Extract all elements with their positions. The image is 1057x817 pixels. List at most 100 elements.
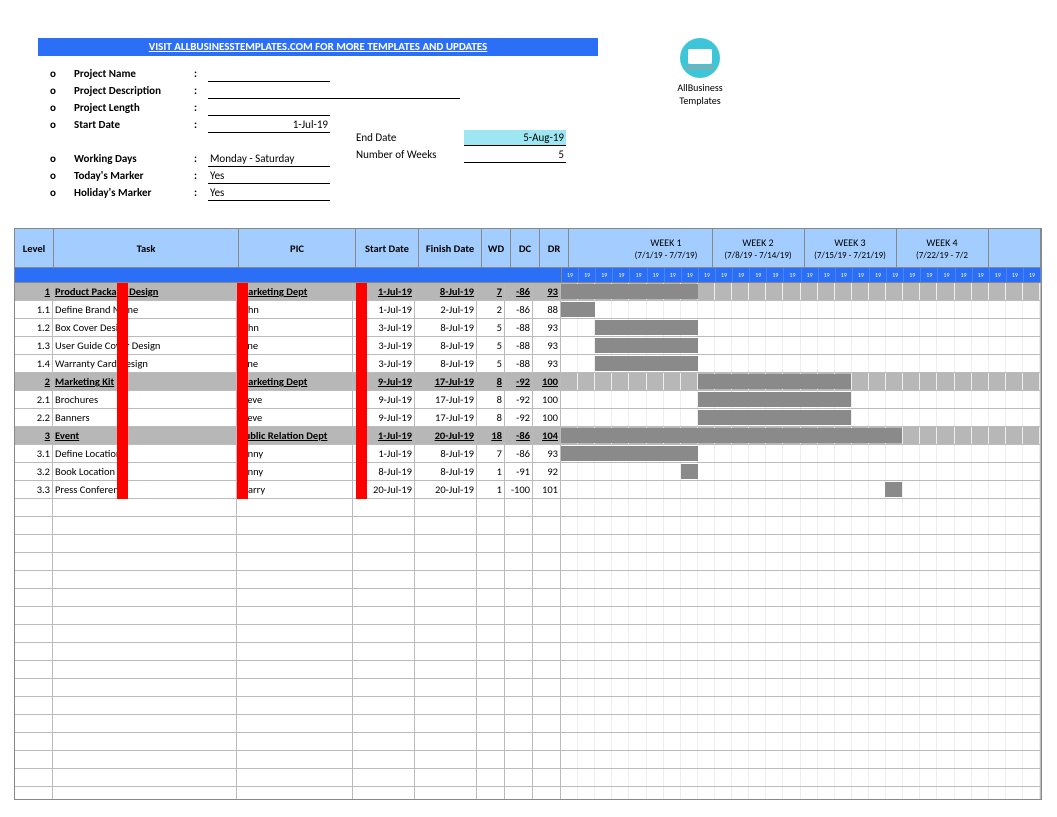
cell-pic: John: [237, 319, 353, 336]
task-row[interactable]: 1.4Warranty Card DesignJane3-Jul-198-Jul…: [15, 355, 1041, 373]
cell-level: 2: [15, 373, 53, 390]
bullet-icon: o: [50, 186, 74, 199]
day-header-cell: 19: [682, 268, 699, 282]
input-project-description[interactable]: [208, 83, 460, 99]
gantt-grid[interactable]: Level Task PIC Start Date Finish Date WD…: [14, 228, 1042, 800]
cell-sd: [353, 517, 415, 534]
timeline-cell: [561, 409, 1041, 426]
task-row[interactable]: 3.1Define LocationJenny1-Jul-198-Jul-197…: [15, 445, 1041, 463]
empty-row: [15, 715, 1041, 733]
cell-task: Marketing Kit: [53, 373, 237, 390]
cell-wd: [477, 499, 505, 516]
cell-task: User Guide Cover Design: [53, 337, 237, 354]
cell-sd: [353, 697, 415, 714]
task-row[interactable]: 3.2Book LocationJenny8-Jul-198-Jul-191-9…: [15, 463, 1041, 481]
task-row[interactable]: 1Product Package DesignMarketing Dept1-J…: [15, 283, 1041, 301]
day-header-cell: 19: [784, 268, 801, 282]
timeline-cell: [561, 625, 1041, 642]
cell-dr: [533, 733, 561, 750]
cell-wd: 8: [477, 373, 505, 390]
value-num-weeks: 5: [464, 147, 566, 163]
input-start-date[interactable]: 1-Jul-19: [208, 117, 330, 133]
empty-row: [15, 787, 1041, 800]
cell-task: [53, 643, 237, 660]
task-row[interactable]: 3.3Press ConferenceMarry20-Jul-1920-Jul-…: [15, 481, 1041, 499]
empty-row: [15, 535, 1041, 553]
cell-pic: [237, 589, 353, 606]
cell-wd: [477, 571, 505, 588]
empty-row: [15, 517, 1041, 535]
empty-row: [15, 571, 1041, 589]
input-todays-marker[interactable]: Yes: [208, 168, 330, 184]
cell-task: Brochures: [53, 391, 237, 408]
day-header: 1919191919191919191919191919191919191919…: [15, 268, 1041, 283]
cell-pic: [237, 661, 353, 678]
banner-link[interactable]: VISIT ALLBUSINESSTEMPLATES.COM FOR MORE …: [38, 38, 598, 56]
cell-sd: [353, 751, 415, 768]
gantt-header: Level Task PIC Start Date Finish Date WD…: [15, 229, 1041, 268]
cell-fd: 8-Jul-19: [415, 283, 477, 300]
cell-pic: Jenny: [237, 445, 353, 462]
empty-row: [15, 553, 1041, 571]
input-project-name[interactable]: [208, 66, 330, 82]
cell-level: [15, 661, 53, 678]
gantt-bar: [561, 284, 698, 299]
label-project-description: Project Description: [74, 84, 194, 97]
cell-dc: [505, 589, 533, 606]
day-header-cell: 19: [836, 268, 853, 282]
task-row[interactable]: 2.1BrochuresSteve9-Jul-1917-Jul-198-9210…: [15, 391, 1041, 409]
cell-level: [15, 697, 53, 714]
label-project-name: Project Name: [74, 67, 194, 80]
gantt-bar: [561, 428, 902, 443]
cell-fd: 8-Jul-19: [415, 319, 477, 336]
day-header-cell: 19: [990, 268, 1007, 282]
label-start-date: Start Date: [74, 118, 194, 131]
cell-dc: -86: [505, 445, 533, 462]
timeline-cell: [561, 589, 1041, 606]
cell-dr: [533, 517, 561, 534]
cell-level: [15, 769, 53, 786]
input-working-days[interactable]: Monday - Saturday: [208, 151, 330, 167]
hdr-finish-date: Finish Date: [419, 229, 482, 267]
cell-task: Define Location: [53, 445, 237, 462]
cell-dr: 104: [533, 427, 561, 444]
label-working-days: Working Days: [74, 152, 194, 165]
cell-dc: -92: [505, 409, 533, 426]
task-row[interactable]: 1.2Box Cover DesignJohn3-Jul-198-Jul-195…: [15, 319, 1041, 337]
cell-dr: 100: [533, 391, 561, 408]
cell-task: [53, 589, 237, 606]
task-row[interactable]: 1.1Define Brand NameJohn1-Jul-192-Jul-19…: [15, 301, 1041, 319]
task-row[interactable]: 3EventPublic Relation Dept1-Jul-1920-Jul…: [15, 427, 1041, 445]
cell-fd: 2-Jul-19: [415, 301, 477, 318]
cell-fd: [415, 499, 477, 516]
cell-wd: [477, 751, 505, 768]
cell-level: 1: [15, 283, 53, 300]
cell-pic: [237, 499, 353, 516]
cell-level: [15, 589, 53, 606]
empty-row: [15, 679, 1041, 697]
cell-fd: 17-Jul-19: [415, 391, 477, 408]
input-holidays-marker[interactable]: Yes: [208, 185, 330, 201]
cell-fd: [415, 679, 477, 696]
task-row[interactable]: 1.3User Guide Cover DesignJane3-Jul-198-…: [15, 337, 1041, 355]
cell-dr: 100: [533, 373, 561, 390]
cell-fd: [415, 715, 477, 732]
input-project-length[interactable]: [208, 100, 330, 116]
cell-sd: [353, 643, 415, 660]
empty-row: [15, 733, 1041, 751]
day-header-cell: 19: [973, 268, 990, 282]
task-row[interactable]: 2Marketing KitMarketing Dept9-Jul-1917-J…: [15, 373, 1041, 391]
cell-dc: [505, 697, 533, 714]
cell-fd: [415, 769, 477, 786]
cell-pic: Marketing Dept: [237, 373, 353, 390]
cell-task: [53, 769, 237, 786]
task-row[interactable]: 2.2BannersSteve9-Jul-1917-Jul-198-92100: [15, 409, 1041, 427]
cell-task: [53, 715, 237, 732]
cell-fd: 17-Jul-19: [415, 409, 477, 426]
cell-task: [53, 607, 237, 624]
cell-dr: 100: [533, 409, 561, 426]
cell-level: 1.4: [15, 355, 53, 372]
timeline-cell: [561, 391, 1041, 408]
holiday-marker: [117, 283, 128, 499]
cell-dc: [505, 499, 533, 516]
